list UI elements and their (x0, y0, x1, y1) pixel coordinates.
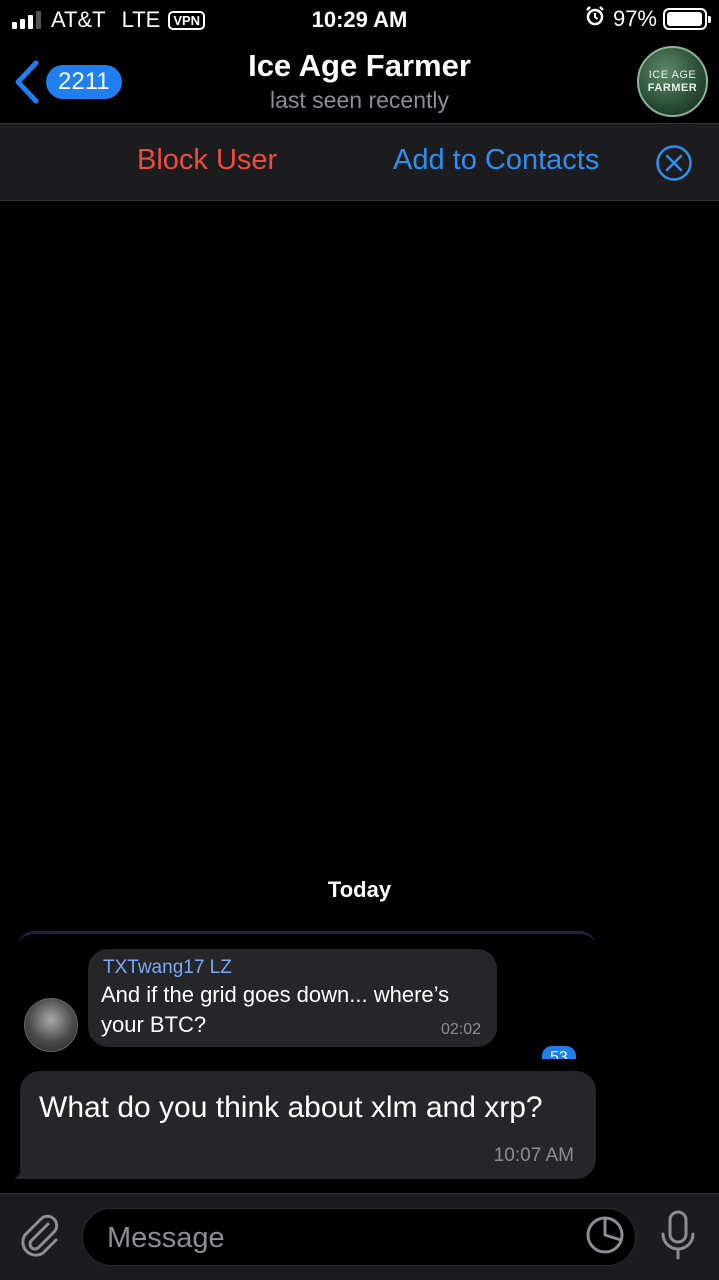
chat-header: 2211 Ice Age Farmer last seen recently I… (0, 40, 719, 124)
forwarded-text: And if the grid goes down... where’s you… (101, 982, 450, 1037)
status-right: 97% (585, 6, 711, 32)
sticker-icon[interactable] (585, 1215, 625, 1260)
last-seen-status: last seen recently (270, 87, 449, 113)
add-to-contacts-button[interactable]: Add to Contacts (393, 144, 599, 177)
block-user-button[interactable]: Block User (137, 144, 277, 177)
avatar-text-line2: FARMER (647, 81, 698, 94)
attach-icon[interactable] (18, 1212, 62, 1265)
message-input[interactable]: Message (82, 1208, 636, 1266)
forwarded-message-preview[interactable]: TXTwang17 LZ And if the grid goes down..… (18, 931, 596, 1059)
date-separator: Today (327, 877, 392, 902)
message-text: What do you think about xlm and xrp? (39, 1091, 543, 1124)
message-bubble[interactable]: What do you think about xlm and xrp? 10:… (20, 1071, 596, 1179)
avatar-text-line1: ICE AGE (648, 68, 697, 81)
forwarded-time: 02:02 (440, 1021, 481, 1038)
message-placeholder: Message (107, 1222, 225, 1254)
forwarded-sender-name[interactable]: TXTwang17 LZ (103, 957, 232, 979)
forwarded-count-badge: 53 (542, 1046, 576, 1059)
chat-title[interactable]: Ice Age Farmer (0, 48, 719, 84)
close-icon[interactable] (655, 144, 693, 187)
battery-icon (663, 8, 711, 30)
battery-percent: 97% (612, 6, 657, 31)
message-input-bar: Message (0, 1193, 719, 1280)
sender-avatar[interactable] (24, 998, 78, 1052)
chat-area[interactable]: Today TXTwang17 LZ And if the grid goes … (0, 201, 719, 1193)
status-bar: AT&T LTE VPN 10:29 AM 97% (0, 0, 719, 40)
microphone-icon[interactable] (660, 1210, 696, 1267)
contact-action-bar: Block User Add to Contacts (0, 123, 719, 201)
alarm-icon (585, 6, 605, 32)
avatar[interactable]: ICE AGE FARMER (637, 46, 708, 117)
message-time: 10:07 AM (493, 1145, 574, 1166)
forwarded-bubble[interactable]: TXTwang17 LZ And if the grid goes down..… (88, 949, 497, 1047)
